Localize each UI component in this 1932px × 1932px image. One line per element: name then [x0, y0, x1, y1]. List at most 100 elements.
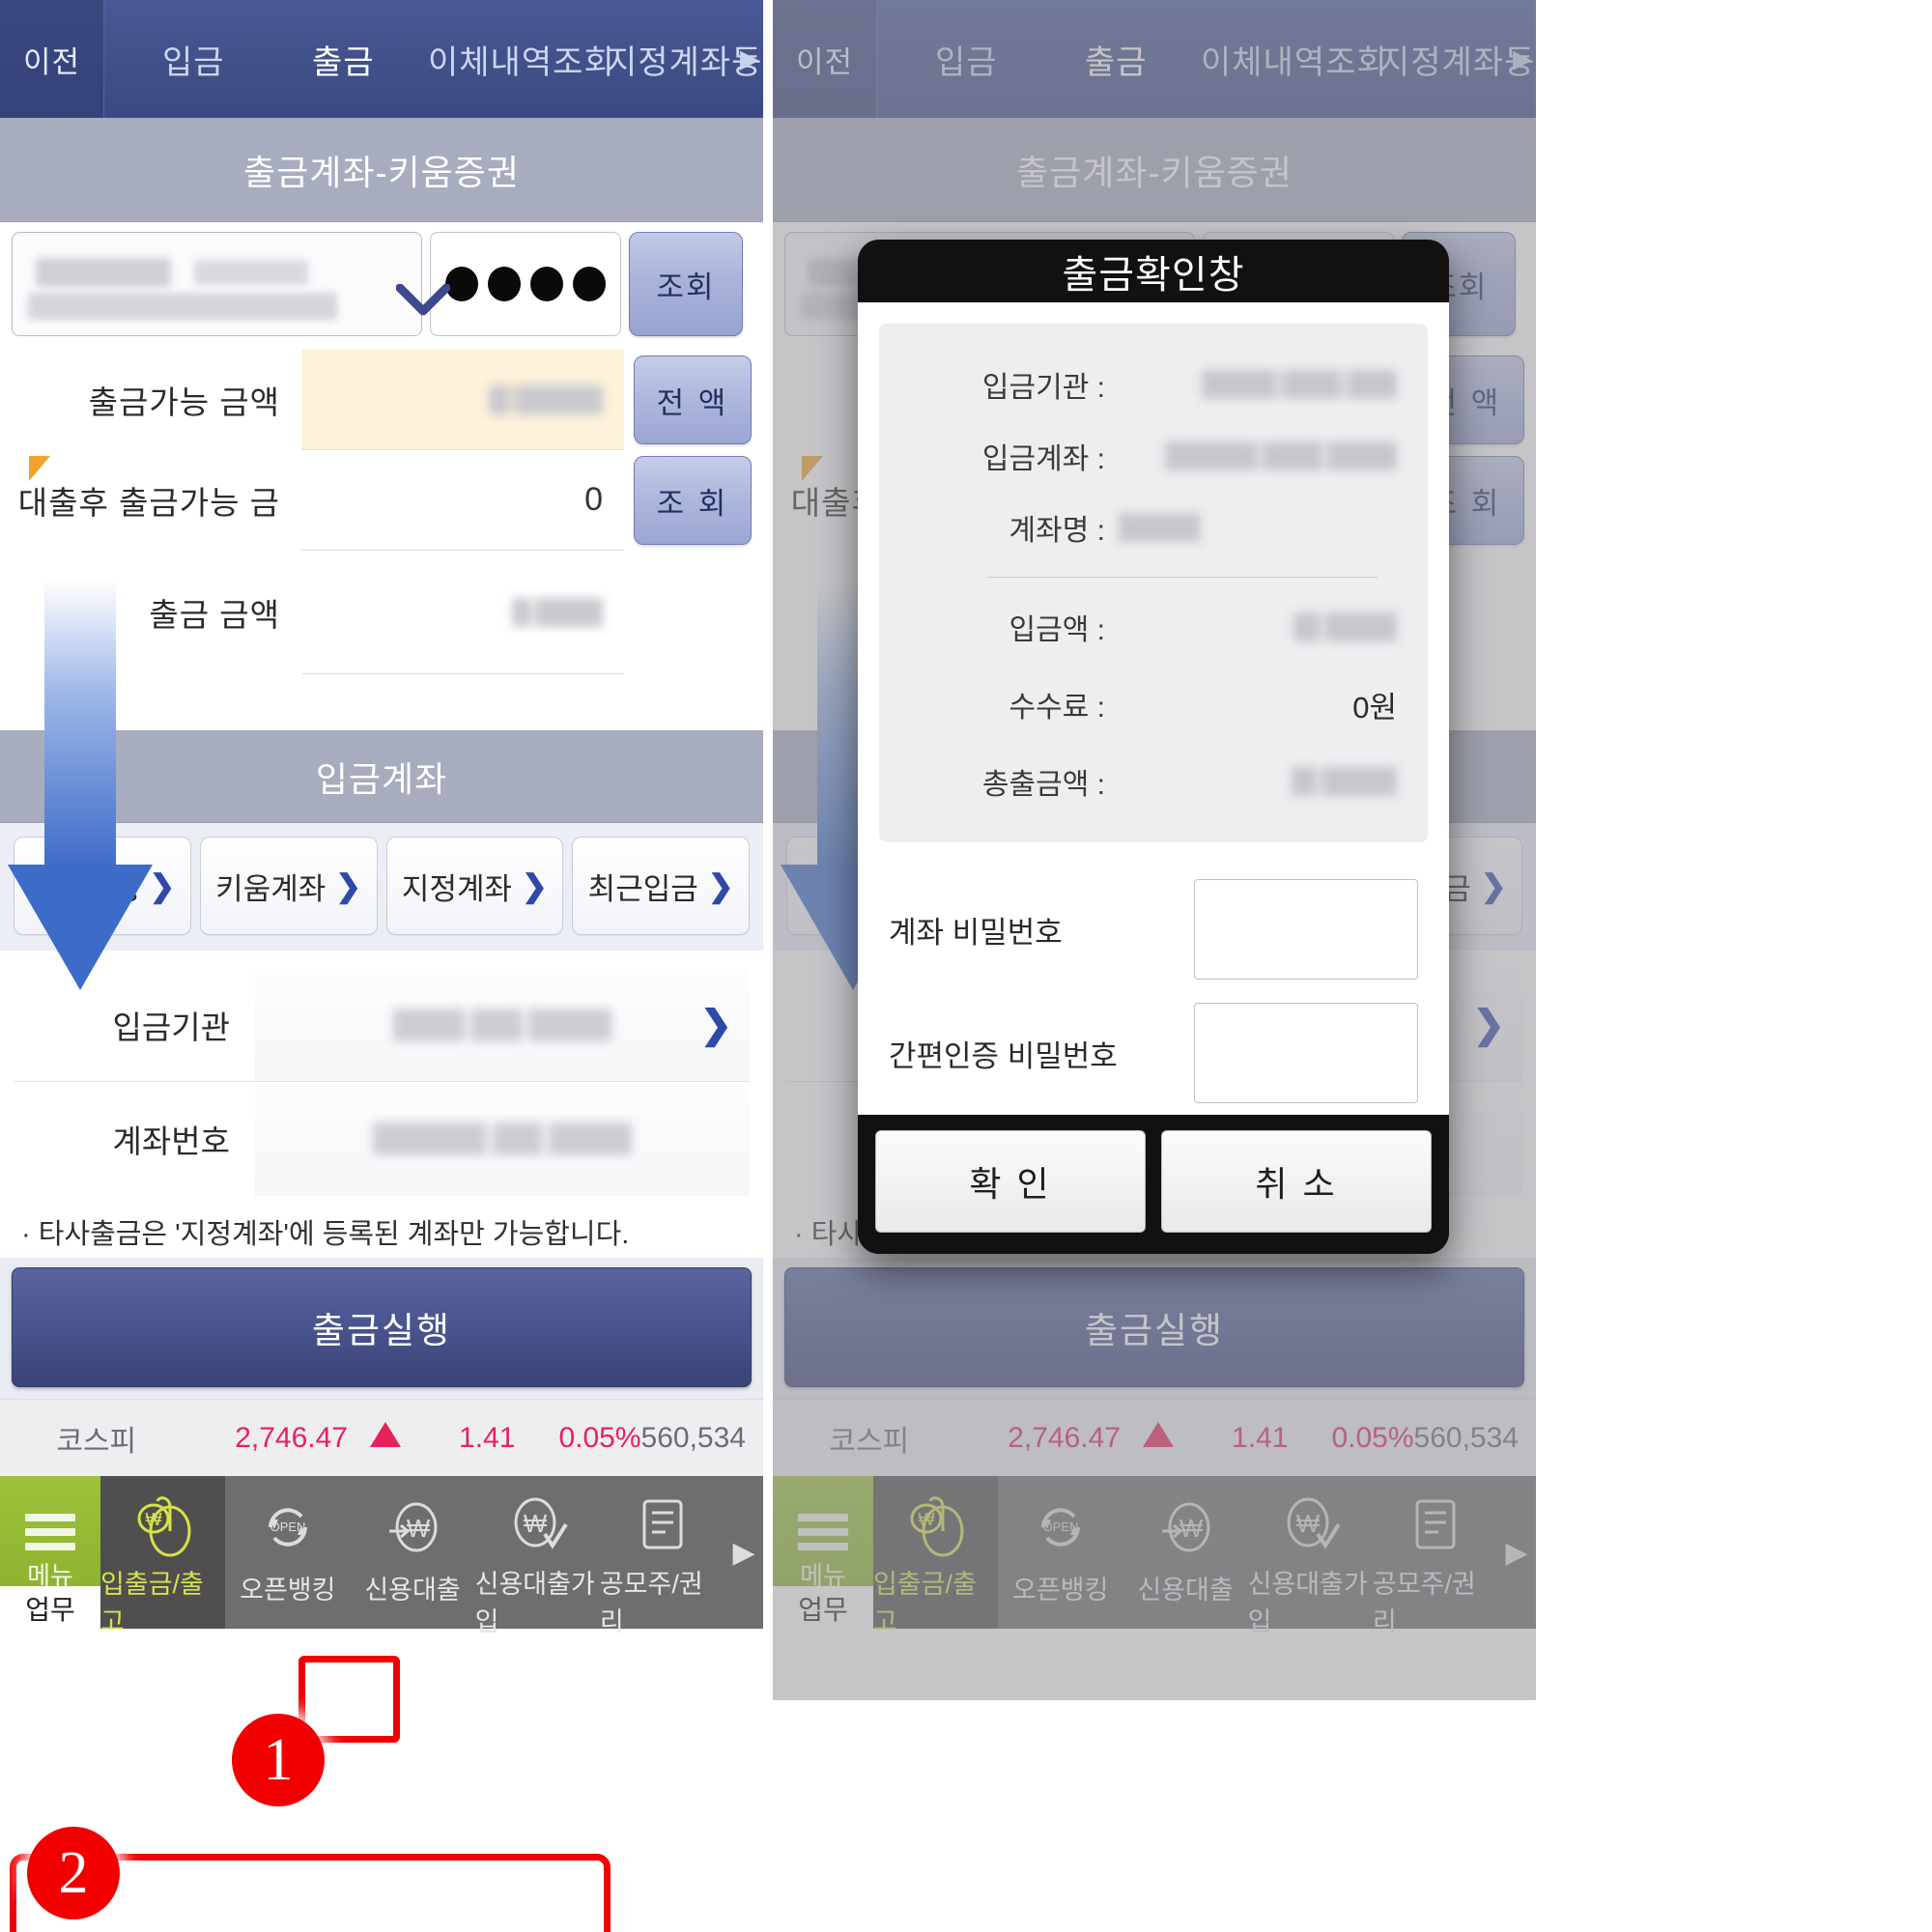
- ticker-change: 1.41: [459, 1421, 516, 1454]
- step-badge-1: 1: [232, 1714, 325, 1806]
- arrow-shaft: [44, 580, 116, 869]
- dialog-confirm-button[interactable]: 확 인: [875, 1130, 1146, 1233]
- bank-button-recent-deposit[interactable]: 최근입금 ❯: [572, 837, 750, 935]
- chevron-right-icon: ❯: [149, 868, 176, 903]
- withdraw-confirm-dialog: 출금확인창 입금기관 : 입금계좌 : 계좌명: 입금액: 수수료: 0원…: [858, 240, 1449, 1254]
- deposit-institution-label: 입금기관: [112, 1009, 230, 1045]
- summary-divider: [987, 577, 1378, 578]
- screenshot-root: 이전 입금 출금 이체내역조회 지정계좌등록 ▶ 출금계좌-키움증권: [0, 0, 1932, 1932]
- fee-value: 0원: [1352, 690, 1397, 724]
- dialog-title: 출금확인창: [1062, 253, 1245, 297]
- deposit-account-number-value[interactable]: [255, 1082, 750, 1196]
- ticker-value: 2,746.47: [235, 1421, 348, 1454]
- dialog-account-password-row: 계좌 비밀번호: [889, 867, 1418, 991]
- dialog-simple-auth-password-row: 간편인증 비밀번호: [889, 991, 1418, 1115]
- mouse-won-icon: ₩: [128, 1490, 198, 1559]
- summary-row-fee: 수수료 : 0원: [900, 663, 1406, 746]
- menu-button[interactable]: 메뉴 업무: [0, 1476, 100, 1631]
- dialog-cancel-button[interactable]: 취 소: [1161, 1130, 1432, 1233]
- nav-tab-transfer-history[interactable]: 이체내역조회: [428, 36, 615, 83]
- account-selection-row: 조회: [0, 222, 763, 350]
- notice-text: · 타사출금은 '지정계좌'에 등록된 계좌만 가능합니다.: [21, 1219, 630, 1250]
- market-ticker[interactable]: 코스피 2,746.47 1.41 0.05% 560,534: [0, 1399, 763, 1476]
- password-dot: [445, 267, 478, 301]
- tab-deposit-withdraw[interactable]: ₩ 입출금/출고: [100, 1476, 226, 1636]
- chevron-right-icon: ❯: [335, 868, 362, 903]
- summary-row-account: 입금계좌 :: [900, 420, 1406, 492]
- after-loan-amount-field[interactable]: 0: [301, 450, 624, 551]
- svg-text:OPEN: OPEN: [270, 1520, 305, 1534]
- summary-value: [1119, 370, 1406, 399]
- tab-credit-loan-join[interactable]: ₩ 신용대출가입: [475, 1476, 600, 1636]
- summary-label: 총출금액 :: [981, 769, 1105, 801]
- available-amount-row: 출금가능 금액 전 액: [12, 350, 752, 450]
- after-loan-inquiry-button[interactable]: 조 회: [634, 456, 752, 545]
- ticker-percent: 0.05%: [558, 1421, 641, 1454]
- dialog-simple-auth-password-label: 간편인증 비밀번호: [889, 1038, 1118, 1073]
- deposit-account-number-row[interactable]: 계좌번호: [14, 1082, 750, 1196]
- execute-withdraw-button[interactable]: 출금실행: [12, 1267, 752, 1387]
- bank-button-label: 지정계좌: [401, 871, 513, 906]
- dialog-account-password-input[interactable]: [1194, 879, 1418, 980]
- withdraw-amount-row: 출금 금액: [12, 551, 752, 674]
- dialog-body: 입금기관 : 입금계좌 : 계좌명 : 입금액: 수수료: 0원 총출금액 …: [858, 302, 1449, 1115]
- highlight-box-account-row: [10, 1854, 611, 1932]
- summary-row-total: 총출금액 :: [900, 746, 1406, 817]
- summary-label: 입금기관 :: [981, 372, 1105, 404]
- password-dot: [488, 267, 521, 301]
- tab-more-icon[interactable]: ▶: [724, 1476, 763, 1629]
- password-dot: [530, 267, 563, 301]
- panel-divider: [763, 0, 773, 1932]
- summary-value: [1119, 612, 1406, 641]
- deposit-institution-value[interactable]: ❯: [255, 968, 750, 1081]
- arrow-head: [8, 865, 153, 990]
- available-amount-label: 출금가능 금액: [88, 384, 280, 420]
- account-select-dropdown[interactable]: [12, 232, 450, 336]
- chevron-right-icon: ❯: [699, 1003, 732, 1046]
- withdraw-amount-value: [512, 597, 603, 627]
- account-masked-text-3: [28, 293, 337, 320]
- bank-button-kiwoom-account[interactable]: 키움계좌 ❯: [199, 837, 378, 935]
- tab-ipo-rights[interactable]: 공모주/권리: [600, 1476, 724, 1636]
- deposit-account-number-label: 계좌번호: [112, 1123, 230, 1159]
- dialog-password-section: 계좌 비밀번호 간편인증 비밀번호: [879, 842, 1428, 1115]
- summary-label: 입금액 :: [1009, 614, 1105, 646]
- summary-value: 0원: [1119, 683, 1406, 726]
- tab-credit-loan[interactable]: ₩ 신용대출: [350, 1476, 474, 1629]
- summary-value: [1119, 767, 1406, 796]
- highlight-box-withdraw-tab: [298, 1656, 400, 1743]
- hamburger-icon: [25, 1513, 75, 1550]
- account-password-input[interactable]: [430, 232, 621, 336]
- full-amount-button[interactable]: 전 액: [634, 355, 752, 444]
- inquiry-button[interactable]: 조회: [629, 232, 743, 336]
- svg-text:₩: ₩: [524, 1509, 548, 1538]
- summary-label: 수수료 :: [1009, 692, 1105, 724]
- menu-sub-label[interactable]: 업무: [0, 1586, 100, 1631]
- withdraw-amount-field[interactable]: [301, 551, 624, 674]
- credit-loan-join-icon: ₩: [502, 1490, 572, 1559]
- tab-label: 신용대출: [364, 1576, 461, 1605]
- tab-open-banking[interactable]: OPEN 오픈뱅킹: [225, 1476, 350, 1629]
- tab-label: 공모주/권리: [599, 1570, 703, 1636]
- svg-text:₩: ₩: [145, 1510, 161, 1529]
- open-banking-icon: OPEN: [253, 1490, 323, 1565]
- after-loan-amount-value: 0: [584, 481, 603, 518]
- bank-button-designated-account[interactable]: 지정계좌 ❯: [385, 837, 564, 935]
- top-navigation-bar: 이전 입금 출금 이체내역조회 지정계좌등록 ▶: [0, 0, 763, 118]
- ipo-rights-icon: [627, 1490, 696, 1559]
- ticker-direction-icon: [348, 1421, 423, 1455]
- available-amount-field[interactable]: [301, 350, 624, 450]
- nav-tab-deposit[interactable]: 입금: [162, 36, 225, 83]
- chevron-right-icon: ❯: [522, 868, 548, 903]
- summary-value: [1119, 441, 1406, 470]
- back-button[interactable]: 이전: [0, 0, 104, 118]
- dialog-simple-auth-password-input[interactable]: [1194, 1003, 1418, 1103]
- nav-scroll-right-icon[interactable]: ▶: [740, 44, 759, 74]
- summary-label: 입금계좌 :: [981, 443, 1105, 475]
- dialog-account-password-label: 계좌 비밀번호: [889, 915, 1063, 950]
- deposit-institution-masked: [393, 1008, 611, 1041]
- ticker-volume: 560,534: [640, 1421, 746, 1454]
- summary-row-account-name: 계좌명 :: [900, 492, 1406, 563]
- nav-tab-withdraw[interactable]: 출금: [312, 36, 375, 83]
- after-loan-amount-label: 대출후 출금가능 금: [12, 456, 301, 524]
